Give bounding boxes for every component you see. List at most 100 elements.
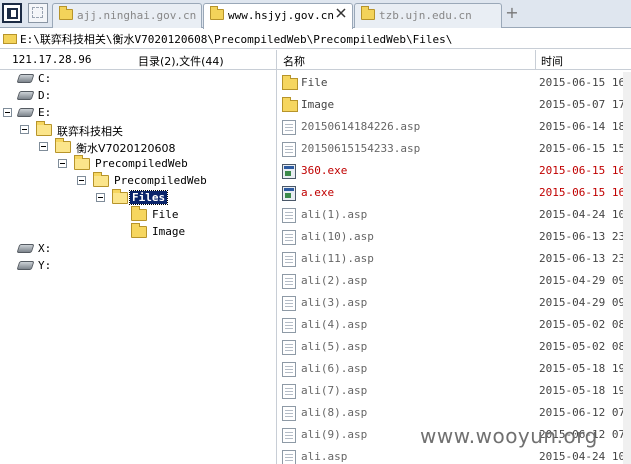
tab-label: www.hsjyj.gov.cn: [228, 9, 334, 22]
tree-item-drive-y[interactable]: Y:: [0, 258, 120, 275]
collapse-icon[interactable]: [3, 108, 12, 117]
tab-tzb[interactable]: tzb.ujn.edu.cn: [354, 3, 502, 28]
list-item[interactable]: ali(1).asp 2015-04-24 10:49: [277, 204, 631, 226]
tree-item-folder-4[interactable]: PrecompiledWeb: [77, 172, 247, 190]
file-name: ali(7).asp: [301, 384, 368, 397]
list-item[interactable]: ali.asp 2015-04-24 10:49: [277, 446, 631, 464]
tree-item-folder-2[interactable]: 衡水V7020120608: [39, 138, 209, 156]
list-item[interactable]: ali(6).asp 2015-05-18 19:07: [277, 358, 631, 380]
tree-label: D:: [38, 89, 52, 102]
tree-label: E:: [38, 106, 52, 119]
folder-open-icon: [112, 189, 128, 204]
folder-icon: [59, 6, 73, 20]
file-time: 2015-06-15 16:49: [539, 76, 631, 89]
list-item[interactable]: ali(4).asp 2015-05-02 08:54: [277, 314, 631, 336]
window-layout-icon[interactable]: [2, 3, 22, 23]
file-time: 2015-06-14 18:42: [539, 120, 631, 133]
collapse-icon[interactable]: [96, 193, 105, 202]
file-time: 2015-04-29 09:20: [539, 274, 631, 287]
file-time: 2015-05-07 17:29: [539, 98, 631, 111]
list-item[interactable]: a.exe 2015-06-15 16:28: [277, 182, 631, 204]
list-item[interactable]: ali(11).asp 2015-06-13 23:55: [277, 248, 631, 270]
tree-item-drive-e[interactable]: E:: [0, 105, 120, 122]
tab-ajj[interactable]: ajj.ninghai.gov.cn: [52, 3, 202, 28]
list-item[interactable]: ali(10).asp 2015-06-13 23:55: [277, 226, 631, 248]
file-time: 2015-06-13 23:55: [539, 252, 631, 265]
collapse-icon[interactable]: [77, 176, 86, 185]
tab-label: tzb.ujn.edu.cn: [379, 9, 472, 22]
new-tab-button[interactable]: +: [504, 4, 520, 22]
collapse-icon[interactable]: [58, 159, 67, 168]
tree-item-folder-7[interactable]: Image: [115, 223, 215, 241]
file-name: a.exe: [301, 186, 335, 199]
column-header-name[interactable]: 名称: [283, 53, 305, 69]
document-icon: [282, 406, 296, 421]
column-separator[interactable]: [535, 50, 536, 70]
tree-label: File: [152, 208, 179, 221]
file-time: 2015-06-12 07:03: [539, 406, 631, 419]
file-name: Image: [301, 98, 335, 111]
list-item[interactable]: ali(8).asp 2015-06-12 07:03: [277, 402, 631, 424]
document-icon: [282, 296, 296, 311]
tree-label: 联弈科技相关: [57, 125, 123, 138]
column-header-time[interactable]: 时间: [541, 53, 563, 69]
document-icon: [282, 208, 296, 223]
tree-label: C:: [38, 72, 52, 85]
collapse-icon[interactable]: [20, 125, 29, 134]
folder-open-icon: [74, 155, 90, 170]
list-item[interactable]: ali(7).asp 2015-05-18 19:07: [277, 380, 631, 402]
file-time: 2015-06-15 16:49: [539, 164, 631, 177]
file-name: ali(10).asp: [301, 230, 374, 243]
tree-item-folder-1[interactable]: 联弈科技相关: [20, 121, 180, 139]
document-icon: [282, 120, 296, 135]
tree-item-drive-c[interactable]: C:: [0, 71, 120, 88]
file-name: ali(6).asp: [301, 362, 368, 375]
executable-icon: [282, 186, 296, 201]
list-item[interactable]: 20150615154233.asp 2015-06-15 15:42: [277, 138, 631, 160]
tree-item-drive-x[interactable]: X:: [0, 241, 120, 258]
executable-icon: [282, 164, 296, 179]
list-item[interactable]: ali(2).asp 2015-04-29 09:20: [277, 270, 631, 292]
folder-open-icon: [93, 172, 109, 187]
file-time: 2015-06-15 15:42: [539, 142, 631, 155]
tab-hsjyj[interactable]: www.hsjyj.gov.cn: [203, 3, 353, 29]
document-icon: [282, 318, 296, 333]
list-item[interactable]: 20150614184226.asp 2015-06-14 18:42: [277, 116, 631, 138]
file-time: 2015-06-15 16:28: [539, 186, 631, 199]
folder-icon: [131, 206, 147, 221]
scrollbar[interactable]: [623, 72, 631, 464]
file-name: ali(1).asp: [301, 208, 368, 221]
tree-label: Y:: [38, 259, 52, 272]
tree-item-folder-5[interactable]: Files: [96, 189, 216, 207]
tree-item-folder-3[interactable]: PrecompiledWeb: [58, 155, 228, 173]
file-name: ali(4).asp: [301, 318, 368, 331]
list-item[interactable]: ali(3).asp 2015-04-29 09:20: [277, 292, 631, 314]
drive-icon: [16, 244, 35, 253]
close-icon[interactable]: [336, 8, 346, 18]
tab-bar: ajj.ninghai.gov.cn www.hsjyj.gov.cn tzb.…: [0, 0, 631, 29]
document-icon: [282, 142, 296, 157]
directory-summary: 目录(2),文件(44): [138, 55, 224, 68]
document-icon: [282, 428, 296, 443]
file-list-header: 名称 时间: [277, 50, 631, 70]
file-name: ali(11).asp: [301, 252, 374, 265]
tree-item-drive-d[interactable]: D:: [0, 88, 120, 105]
file-time: 2015-05-18 19:07: [539, 362, 631, 375]
list-item[interactable]: 360.exe 2015-06-15 16:49: [277, 160, 631, 182]
path-bar[interactable]: E:\联弈科技相关\衡水V7020120608\PrecompiledWeb\P…: [0, 29, 631, 49]
tree-item-folder-6[interactable]: File: [115, 206, 215, 224]
folder-icon: [282, 75, 298, 90]
drive-icon: [16, 261, 35, 270]
list-item[interactable]: ali(5).asp 2015-05-02 08:54: [277, 336, 631, 358]
list-item[interactable]: File 2015-06-15 16:49: [277, 72, 631, 94]
file-name: 20150614184226.asp: [301, 120, 421, 133]
collapse-icon[interactable]: [39, 142, 48, 151]
file-time: 2015-04-29 09:20: [539, 296, 631, 309]
tree-label: 衡水V7020120608: [76, 142, 176, 155]
drive-icon: [16, 91, 35, 100]
document-icon: [282, 340, 296, 355]
document-icon: [282, 230, 296, 245]
list-item[interactable]: Image 2015-05-07 17:29: [277, 94, 631, 116]
window-layout-alt-icon[interactable]: [28, 3, 48, 23]
file-time: 2015-06-13 23:55: [539, 230, 631, 243]
